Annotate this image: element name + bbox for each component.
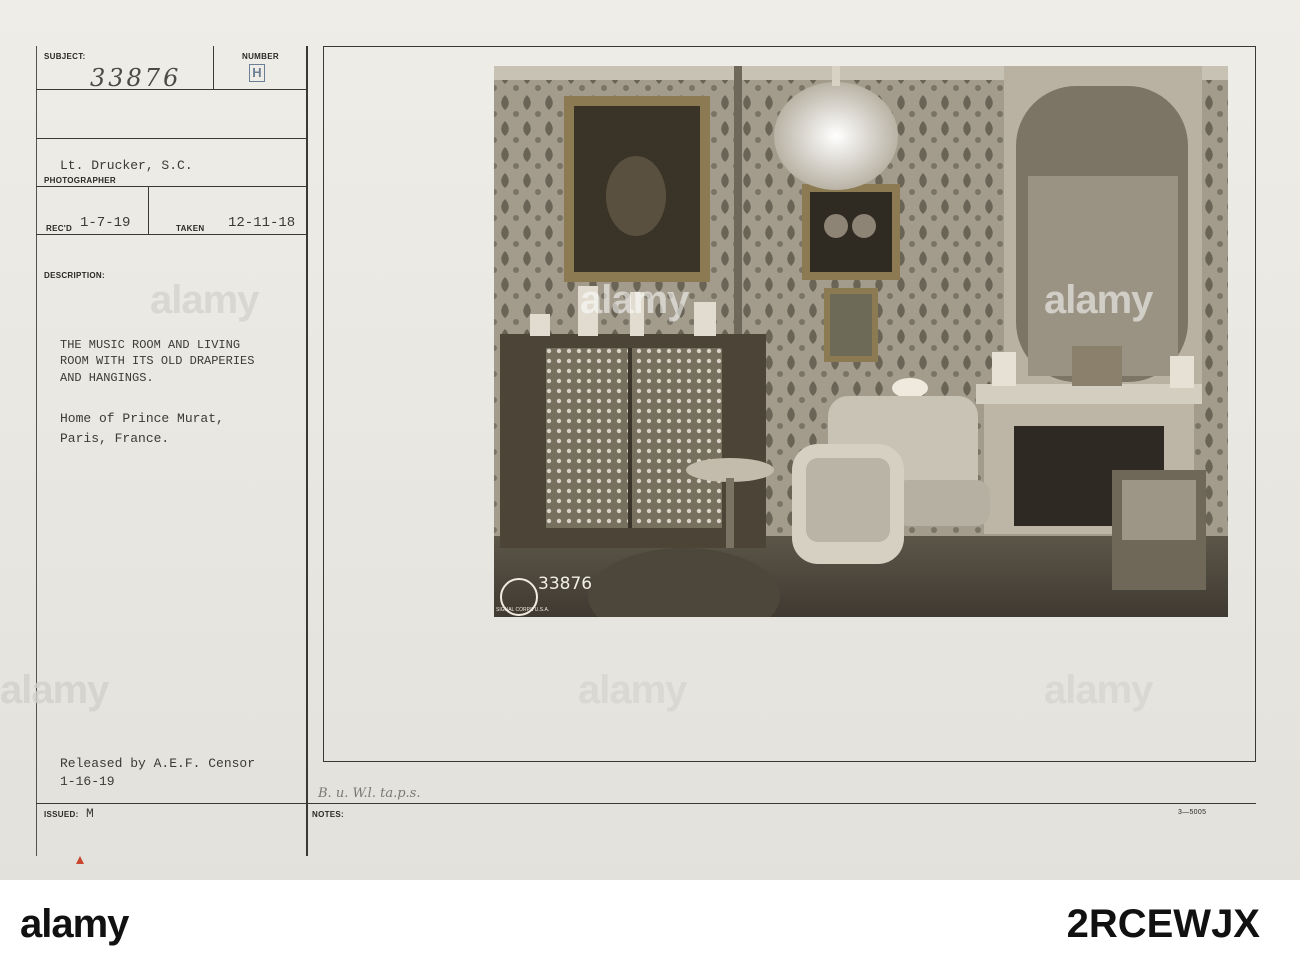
watermark-center-lower: alamy [578, 668, 687, 712]
watermark-photo-left: alamy [580, 278, 689, 322]
description-line-2: ROOM WITH ITS OLD DRAPERIES [60, 354, 255, 368]
right-panel-top-border [323, 46, 1256, 47]
watermark-left-lower: alamy [0, 668, 109, 712]
photographer-top-line [36, 138, 306, 139]
image-code: 2RCEWJX [1066, 902, 1260, 946]
description-line-1: THE MUSIC ROOM AND LIVING [60, 338, 241, 352]
subject-label: SUBJECT: [44, 52, 86, 61]
taken-value: 12-11-18 [228, 215, 296, 231]
location-line-2: Paris, France. [60, 431, 170, 446]
release-line-1: Released by A.E.F. Censor [60, 756, 256, 771]
footer-bar: alamy 2RCEWJX [0, 880, 1300, 968]
number-value: H [249, 64, 265, 82]
photo-stamp-number: 33876 [538, 574, 593, 594]
right-panel-bottom-border [323, 761, 1256, 762]
dates-underline [36, 234, 306, 235]
watermark-right-lower: alamy [1044, 668, 1153, 712]
recd-value: 1-7-19 [80, 215, 131, 231]
subject-number-divider [213, 46, 214, 90]
right-panel-right-border [1255, 46, 1256, 762]
watermark-left-upper: alamy [150, 278, 259, 322]
description-label: DESCRIPTION: [44, 271, 105, 280]
taken-label: TAKEN [176, 224, 205, 233]
left-panel-right-border [306, 46, 308, 856]
watermark-photo-right: alamy [1044, 278, 1153, 322]
subject-value: 33876 [90, 64, 182, 92]
issued-top-line [36, 803, 1256, 804]
signal-corps-stamp-text: SIGNAL CORPS U.S.A. [496, 607, 550, 613]
issued-value: M [86, 806, 94, 821]
photographer-label: PHOTOGRAPHER [44, 176, 116, 185]
recd-taken-divider [148, 186, 149, 234]
red-mark [76, 856, 84, 864]
room-photograph: 33876 SIGNAL CORPS U.S.A. [494, 66, 1228, 617]
archive-card: SUBJECT: NUMBER PHOTOGRAPHER REC'D TAKEN… [0, 0, 1300, 880]
release-line-2: 1-16-19 [60, 774, 115, 789]
form-code: 3—5005 [1178, 809, 1207, 816]
notes-label: NOTES: [312, 810, 345, 819]
photographer-value: Lt. Drucker, S.C. [60, 158, 193, 173]
recd-label: REC'D [46, 224, 73, 233]
room-photograph-drawing [494, 66, 1228, 617]
watermark-logo: alamy [20, 902, 129, 946]
description-line-3: AND HANGINGS. [60, 371, 154, 385]
location-line-1: Home of Prince Murat, [60, 411, 224, 426]
right-panel-left-border [323, 46, 324, 762]
card-outer-left-border [36, 46, 37, 856]
number-label: NUMBER [242, 52, 279, 61]
photographer-underline [36, 186, 306, 187]
notes-handwriting: B. u. W.l. ta.p.s. [318, 786, 421, 801]
issued-label: ISSUED: [44, 810, 79, 819]
